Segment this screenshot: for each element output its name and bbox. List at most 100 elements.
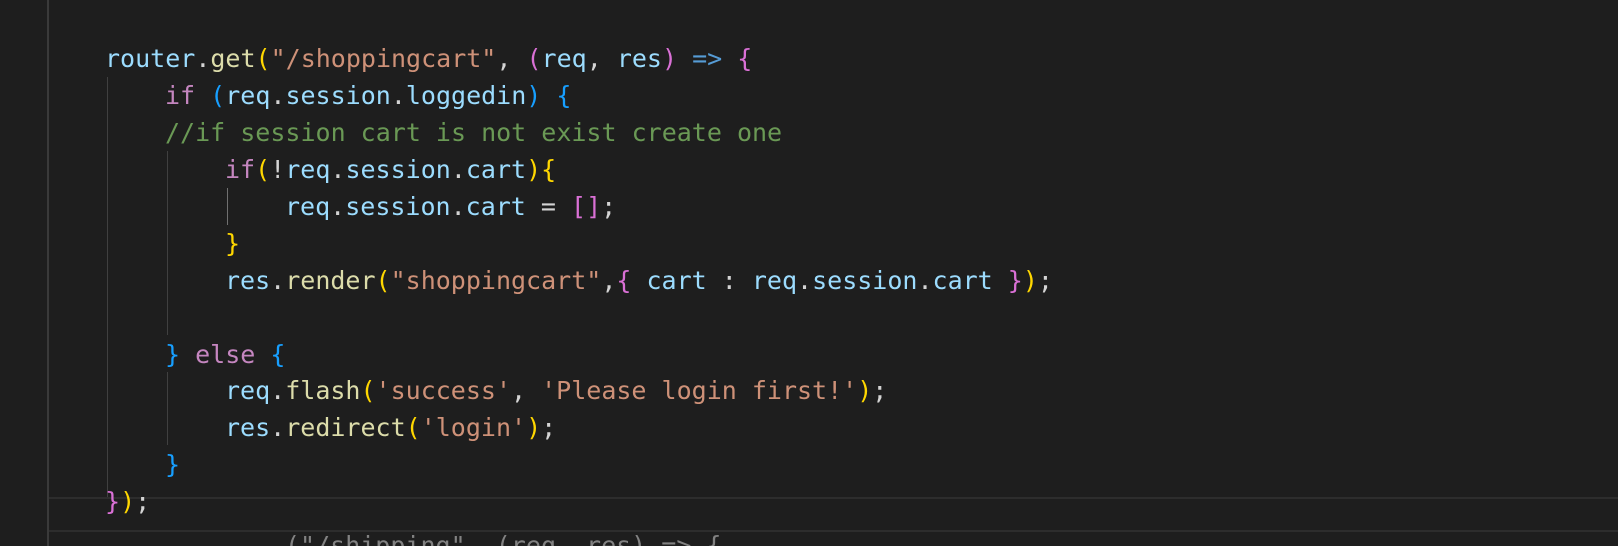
code-token: "/shoppingcart" [270, 44, 497, 73]
code-token: session [285, 81, 391, 110]
code-token: req [751, 266, 798, 295]
code-token: } [1007, 266, 1023, 295]
code-token: . [195, 44, 211, 73]
code-token: { [616, 266, 632, 295]
indent-guide [167, 372, 168, 445]
code-token: res [225, 266, 271, 295]
code-token: //if session cart is not exist create on… [165, 118, 783, 147]
code-line-1[interactable]: router.get("/shoppingcart", (req, res) =… [105, 40, 752, 77]
code-token: } [225, 229, 241, 258]
code-token: cart [646, 266, 707, 295]
code-token: ) [857, 376, 873, 405]
code-token: ( [255, 155, 271, 184]
code-line-3[interactable]: //if session cart is not exist create on… [165, 114, 782, 151]
indent-guide [167, 151, 168, 335]
code-token: ) [661, 44, 678, 73]
code-token: cart [932, 266, 993, 295]
code-token: { [541, 155, 557, 184]
code-token: ( [255, 44, 271, 73]
code-token: loggedin [405, 81, 527, 110]
indent-guide [107, 77, 108, 497]
code-line-2[interactable]: if (req.session.loggedin) { [165, 77, 571, 114]
gutter-border [47, 0, 49, 546]
code-line-11[interactable]: res.redirect('login'); [225, 409, 556, 446]
code-token: res [225, 413, 271, 442]
code-line-6[interactable]: } [225, 225, 240, 262]
code-token: ( [375, 266, 391, 295]
code-token: req [285, 155, 331, 184]
code-token: else [195, 340, 256, 369]
code-token: session [812, 266, 918, 295]
code-token: if [225, 155, 256, 184]
code-token: = [525, 192, 572, 221]
code-token: [] [571, 192, 602, 221]
code-token: 'Please login first!' [541, 376, 858, 405]
code-token: ; [872, 376, 888, 405]
code-token: . [270, 266, 286, 295]
code-line-5[interactable]: req.session.cart = []; [285, 188, 616, 225]
code-token: . [917, 266, 933, 295]
code-token: ! [270, 155, 286, 184]
code-token: . [797, 266, 813, 295]
code-token: . [270, 413, 286, 442]
code-token: flash [285, 376, 361, 405]
code-token: ; [601, 192, 617, 221]
code-line-10[interactable]: req.flash('success', 'Please login first… [225, 372, 887, 409]
code-token: res [616, 44, 662, 73]
code-token: , [496, 44, 527, 73]
code-token: session [345, 192, 451, 221]
code-line-4[interactable]: if(!req.session.cart){ [225, 151, 556, 188]
code-token: cart [465, 192, 526, 221]
code-token: ; [1037, 266, 1053, 295]
code-token: session [345, 155, 451, 184]
code-token: "shoppingcart" [390, 266, 602, 295]
code-token: ) [1022, 266, 1038, 295]
code-token: . [450, 192, 466, 221]
code-token: ( [360, 376, 376, 405]
code-token: req [225, 376, 271, 405]
code-token: req [285, 192, 331, 221]
code-token: ( [405, 413, 421, 442]
code-token: . [330, 192, 346, 221]
code-token: } [165, 340, 181, 369]
code-line-14-partial[interactable]: ("/shipping", (req, res) => { [285, 527, 722, 546]
code-token: 'login' [420, 413, 527, 442]
code-token: : [706, 266, 752, 295]
code-token: redirect [285, 413, 406, 442]
code-token: } [105, 487, 121, 516]
code-token: render [285, 266, 376, 295]
code-token: => [692, 44, 723, 73]
code-token: { [270, 340, 286, 369]
code-token: { [556, 81, 572, 110]
code-token: req [225, 81, 271, 110]
code-token: , [511, 376, 542, 405]
code-line-9[interactable]: } else { [165, 336, 285, 373]
code-token: { [737, 44, 753, 73]
code-token: , [586, 44, 617, 73]
code-line-7[interactable]: res.render("shoppingcart",{ cart : req.s… [225, 262, 1053, 299]
code-line-13[interactable]: }); [105, 483, 150, 520]
code-token: . [270, 376, 286, 405]
code-token: ) [120, 487, 136, 516]
code-line-12[interactable]: } [165, 446, 180, 483]
code-token: , [601, 266, 617, 295]
code-token: ; [135, 487, 151, 516]
code-token: ( [526, 44, 542, 73]
code-token: } [165, 450, 181, 479]
code-token: ) [526, 155, 542, 184]
code-token: 'success' [375, 376, 512, 405]
code-token: ) [526, 413, 542, 442]
code-token: . [330, 155, 346, 184]
code-token: . [390, 81, 406, 110]
code-editor[interactable]: router.get("/shoppingcart", (req, res) =… [0, 0, 1618, 546]
code-token: . [450, 155, 466, 184]
code-token: cart [465, 155, 527, 184]
